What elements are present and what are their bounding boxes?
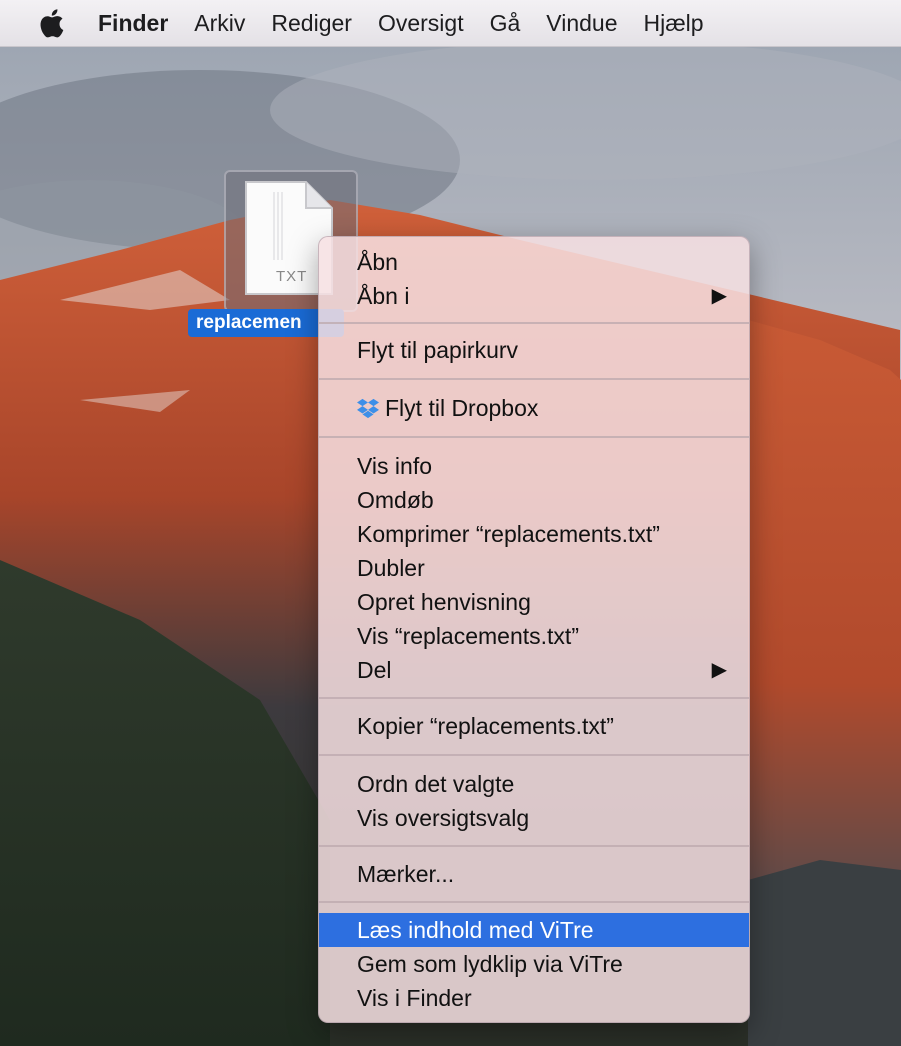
menu-item-read-vitre[interactable]: Læs indhold med ViTre: [319, 913, 749, 947]
menu-item-trash[interactable]: Flyt til papirkurv: [319, 333, 749, 367]
menu-vindue[interactable]: Vindue: [546, 10, 617, 37]
menu-finder[interactable]: Finder: [98, 10, 168, 37]
menu-item-view-options[interactable]: Vis oversigtsvalg: [319, 801, 749, 835]
apple-logo-icon[interactable]: [38, 0, 76, 46]
menu-separator: [319, 436, 749, 438]
menu-item-compress[interactable]: Komprimer “replacements.txt”: [319, 517, 749, 551]
menu-item-copy[interactable]: Kopier “replacements.txt”: [319, 709, 749, 743]
menu-item-tags[interactable]: Mærker...: [319, 857, 749, 891]
menu-item-save-vitre[interactable]: Gem som lydklip via ViTre: [319, 947, 749, 981]
menu-separator: [319, 901, 749, 903]
menu-oversigt[interactable]: Oversigt: [378, 10, 464, 37]
menu-item-share[interactable]: Del ▶: [319, 653, 749, 687]
right-triangle-icon: ▶: [711, 285, 727, 307]
file-type-label: TXT: [276, 268, 308, 285]
menu-item-quicklook[interactable]: Vis “replacements.txt”: [319, 619, 749, 653]
menu-separator: [319, 754, 749, 756]
context-menu: Åbn Åbn i ▶ Flyt til papirkurv Flyt til …: [318, 236, 750, 1023]
menu-item-arrange[interactable]: Ordn det valgte: [319, 767, 749, 801]
menu-item-alias[interactable]: Opret henvisning: [319, 585, 749, 619]
menu-separator: [319, 697, 749, 699]
right-triangle-icon: ▶: [711, 659, 727, 681]
menu-separator: [319, 322, 749, 324]
menu-bar: Finder Arkiv Rediger Oversigt Gå Vindue …: [0, 0, 901, 47]
menu-item-info[interactable]: Vis info: [319, 449, 749, 483]
dropbox-icon: [357, 398, 379, 419]
menu-item-open-with[interactable]: Åbn i ▶: [319, 279, 749, 313]
menu-arkiv[interactable]: Arkiv: [194, 10, 245, 37]
menu-ga[interactable]: Gå: [490, 10, 521, 37]
menu-item-duplicate[interactable]: Dubler: [319, 551, 749, 585]
menu-item-rename[interactable]: Omdøb: [319, 483, 749, 517]
menu-separator: [319, 378, 749, 380]
menu-item-open[interactable]: Åbn: [319, 245, 749, 279]
menu-hjaelp[interactable]: Hjælp: [643, 10, 703, 37]
menu-item-dropbox[interactable]: Flyt til Dropbox: [319, 391, 749, 425]
menu-separator: [319, 845, 749, 847]
menu-item-show-finder[interactable]: Vis i Finder: [319, 981, 749, 1015]
menu-rediger[interactable]: Rediger: [271, 10, 352, 37]
